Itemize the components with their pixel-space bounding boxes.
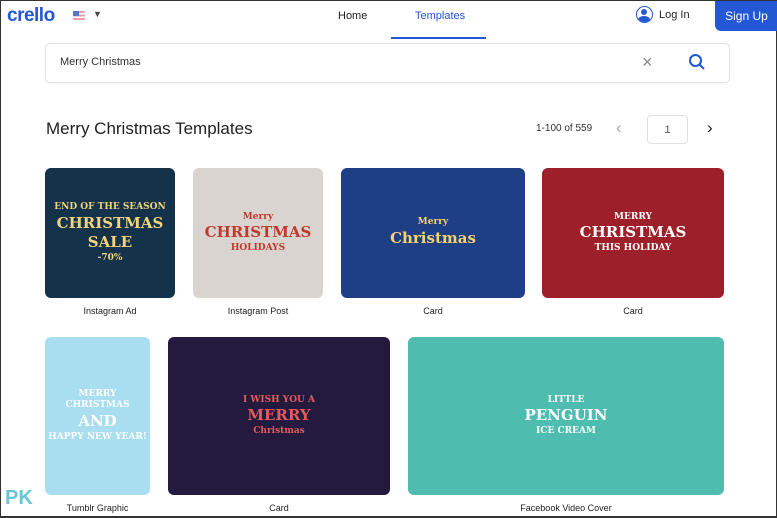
signup-button[interactable]: Sign Up (715, 1, 777, 31)
template-art-text: AND (78, 412, 117, 431)
template-art-text: MERRY CHRISTMAS (65, 388, 130, 411)
login-button[interactable]: Log In (636, 6, 690, 23)
template-card[interactable]: I WISH YOU A MERRY Christmas (168, 337, 390, 495)
template-type-label: Card (623, 306, 643, 316)
search-bar: × (45, 43, 730, 83)
template-art-text: CHRISTMAS SALE (56, 213, 164, 252)
us-flag-icon[interactable] (73, 11, 85, 20)
login-label: Log In (659, 8, 690, 21)
template-art-text: END OF THE SEASON (54, 201, 166, 212)
template-art-text: I WISH YOU A (242, 394, 316, 405)
template-art-text: ICE CREAM (536, 425, 596, 436)
template-art-text: CHRISTMAS (204, 223, 312, 242)
template-card[interactable]: LITTLE PENGUIN ICE CREAM (408, 337, 724, 495)
template-type-label: Card (423, 306, 443, 316)
template-art-text: CHRISTMAS (579, 223, 687, 242)
template-art-text: HAPPY NEW YEAR! (48, 431, 147, 442)
template-type-label: Instagram Ad (83, 306, 137, 316)
watermark-logo: PK (5, 487, 33, 509)
prev-page-icon[interactable]: ‹ (616, 118, 622, 138)
template-art-text: THIS HOLIDAY (594, 242, 672, 253)
template-art-text: PENGUIN (524, 406, 608, 425)
template-art-text: Merry (242, 211, 274, 222)
template-art-text: Christmas (253, 425, 305, 436)
template-art-text: -70% (97, 252, 123, 263)
template-type-label: Card (269, 503, 289, 513)
user-icon (636, 6, 653, 23)
search-icon[interactable] (688, 53, 706, 71)
template-card[interactable]: Merry CHRISTMAS HOLIDAYS (193, 168, 323, 298)
crello-logo[interactable]: crello (7, 5, 55, 27)
template-art-text: Christmas (390, 229, 476, 248)
clear-icon[interactable]: × (642, 52, 653, 73)
template-type-label: Facebook Video Cover (520, 503, 612, 513)
result-count: 1-100 of 559 (536, 123, 593, 134)
template-card[interactable]: MERRY CHRISTMAS THIS HOLIDAY (542, 168, 724, 298)
page-title: Merry Christmas Templates (46, 119, 253, 138)
page-number-input[interactable]: 1 (647, 115, 688, 144)
template-type-label: Instagram Post (227, 306, 289, 316)
next-page-icon[interactable]: › (707, 118, 713, 138)
nav-home[interactable]: Home (338, 10, 367, 22)
template-card[interactable]: MERRY CHRISTMAS AND HAPPY NEW YEAR! (45, 337, 150, 495)
template-card[interactable]: Merry Christmas (341, 168, 525, 298)
nav-active-indicator (391, 37, 486, 39)
template-art-text: HOLIDAYS (230, 242, 286, 253)
template-art-text: Merry (417, 217, 449, 228)
template-art-text: MERRY (614, 211, 652, 222)
chevron-down-icon[interactable]: ▼ (93, 9, 102, 19)
nav-templates[interactable]: Templates (415, 10, 465, 22)
template-type-label: Tumblr Graphic (66, 503, 129, 513)
search-input[interactable] (60, 56, 620, 68)
template-card[interactable]: END OF THE SEASON CHRISTMAS SALE -70% (45, 168, 175, 298)
template-art-text: MERRY (247, 406, 311, 425)
template-art-text: LITTLE (547, 394, 585, 405)
